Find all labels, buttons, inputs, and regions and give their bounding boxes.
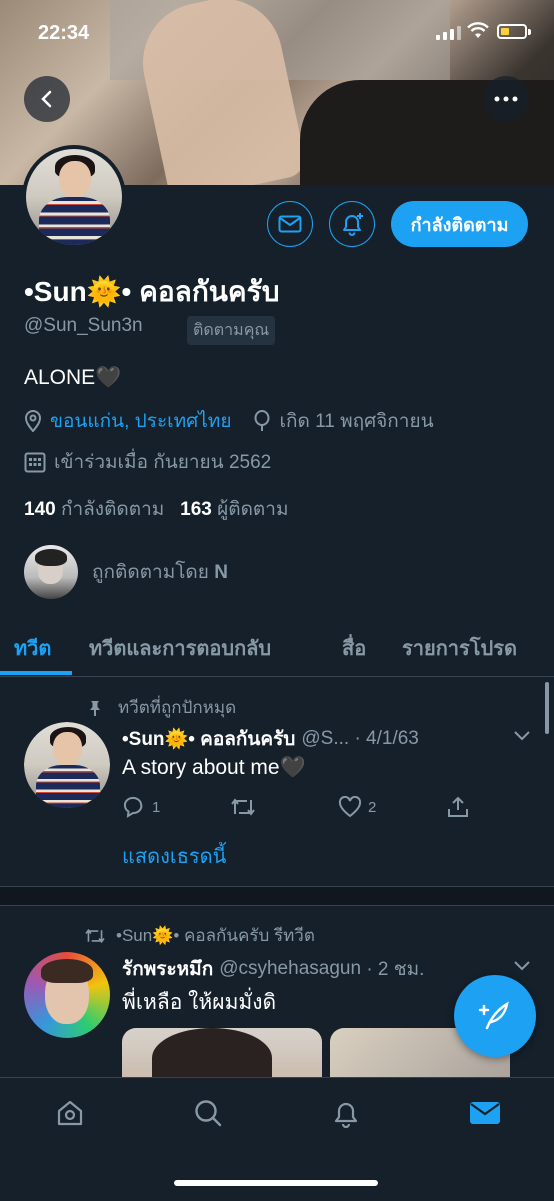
home-indicator [174, 1180, 378, 1186]
compose-tweet-button[interactable] [454, 975, 536, 1057]
message-button[interactable] [267, 201, 313, 247]
notifications-icon[interactable] [331, 1098, 361, 1128]
tweet-text: A story about me🖤 [122, 756, 306, 779]
back-button[interactable] [24, 76, 70, 122]
more-icon [494, 96, 518, 102]
tab-tweets[interactable]: ทวีต [14, 632, 51, 664]
profile-birthday: เกิด 11 พฤศจิกายน [279, 411, 434, 432]
reply-button[interactable]: 1 [122, 796, 160, 818]
followers-link[interactable]: 163 ผู้ติดตาม [180, 499, 288, 520]
home-icon[interactable] [55, 1098, 85, 1128]
tweet-date: · 2 ชม. [366, 959, 425, 980]
tab-likes[interactable]: รายการโปรด [402, 632, 517, 664]
tweet-date: · 4/1/63 [354, 728, 419, 749]
compose-icon [478, 1001, 509, 1030]
balloon-icon [254, 410, 270, 431]
tab-media[interactable]: สื่อ [342, 632, 366, 664]
tweet-author-name[interactable]: •Sun🌞• คอลกันครับ [122, 724, 295, 754]
retweet-context: •Sun🌞• คอลกันครับ รีทวีต [85, 922, 315, 949]
reply-icon [123, 796, 143, 818]
back-arrow-icon [41, 90, 52, 108]
profile-location[interactable]: ขอนแก่น, ประเทศไทย [50, 406, 231, 436]
tweet-author-handle: @csyhehasagun [219, 958, 362, 979]
share-button[interactable] [446, 796, 470, 818]
profile-name: •Sun🌞• คอลกันครับ [24, 276, 280, 307]
pinned-context: ทวีตที่ถูกปักหมุด [90, 694, 236, 721]
tweet-avatar[interactable] [24, 952, 110, 1038]
retweet-icon [231, 798, 255, 816]
calendar-icon [24, 452, 46, 473]
signal-icon [436, 26, 461, 40]
like-icon [338, 796, 362, 818]
retweet-button[interactable] [230, 796, 256, 818]
tweet-author-handle: @S... [301, 728, 350, 749]
following-button[interactable]: กำลังติดตาม [391, 201, 528, 247]
tweet-header: รักพระหมึก @csyhehasagun · 2 ชม. [122, 954, 424, 984]
scrollbar[interactable] [545, 682, 549, 734]
tweet-header: •Sun🌞• คอลกันครับ @S... · 4/1/63 [122, 724, 419, 754]
profile-joined: เข้าร่วมเมื่อ กันยายน 2562 [54, 452, 272, 473]
messages-icon[interactable] [469, 1098, 501, 1128]
following-link[interactable]: 140 กำลังติดตาม [24, 499, 164, 520]
pin-icon [90, 700, 100, 716]
follow-counts: 140 กำลังติดตาม 163 ผู้ติดตาม [24, 494, 288, 524]
like-button[interactable]: 2 [338, 796, 376, 818]
mail-icon [278, 215, 302, 233]
profile-bio: ALONE🖤 [24, 366, 122, 389]
wifi-icon [467, 22, 489, 38]
battery-icon [497, 24, 531, 39]
active-tab-indicator [0, 671, 72, 675]
chevron-down-icon[interactable] [513, 728, 531, 742]
show-thread-link[interactable]: แสดงเธรดนี้ [122, 840, 226, 872]
follows-you-badge: ติดตามคุณ [187, 316, 276, 345]
search-icon[interactable] [193, 1098, 223, 1128]
location-icon [24, 410, 42, 432]
profile-handle: @Sun_Sun3n [24, 315, 143, 336]
tweet-separator [0, 886, 554, 906]
status-bar: 22:34 [0, 0, 554, 62]
status-time: 22:34 [38, 22, 90, 44]
chevron-down-icon[interactable] [513, 958, 531, 972]
profile-meta-row-1: ขอนแก่น, ประเทศไทย เกิด 11 พฤศจิกายน [24, 406, 434, 436]
retweet-icon [85, 928, 105, 943]
bell-plus-icon [343, 213, 363, 236]
followed-by-avatar [24, 545, 78, 599]
tweet-text: พี่เหลือ ให้ผมมั่งดิ [122, 991, 277, 1014]
tweet-avatar[interactable] [24, 722, 110, 808]
profile-avatar[interactable] [22, 145, 126, 249]
profile-tabs: ทวีต ทวีตและการตอบกลับ สื่อ รายการโปรด [0, 620, 554, 677]
notify-button[interactable] [329, 201, 375, 247]
share-icon [448, 796, 468, 817]
followed-by[interactable]: ถูกติดตามโดย N [24, 545, 228, 599]
profile-meta-row-2: เข้าร่วมเมื่อ กันยายน 2562 [24, 447, 271, 477]
more-button[interactable] [483, 76, 529, 122]
tweet-author-name[interactable]: รักพระหมึก [122, 954, 213, 984]
tab-tweets-replies[interactable]: ทวีตและการตอบกลับ [89, 632, 271, 664]
